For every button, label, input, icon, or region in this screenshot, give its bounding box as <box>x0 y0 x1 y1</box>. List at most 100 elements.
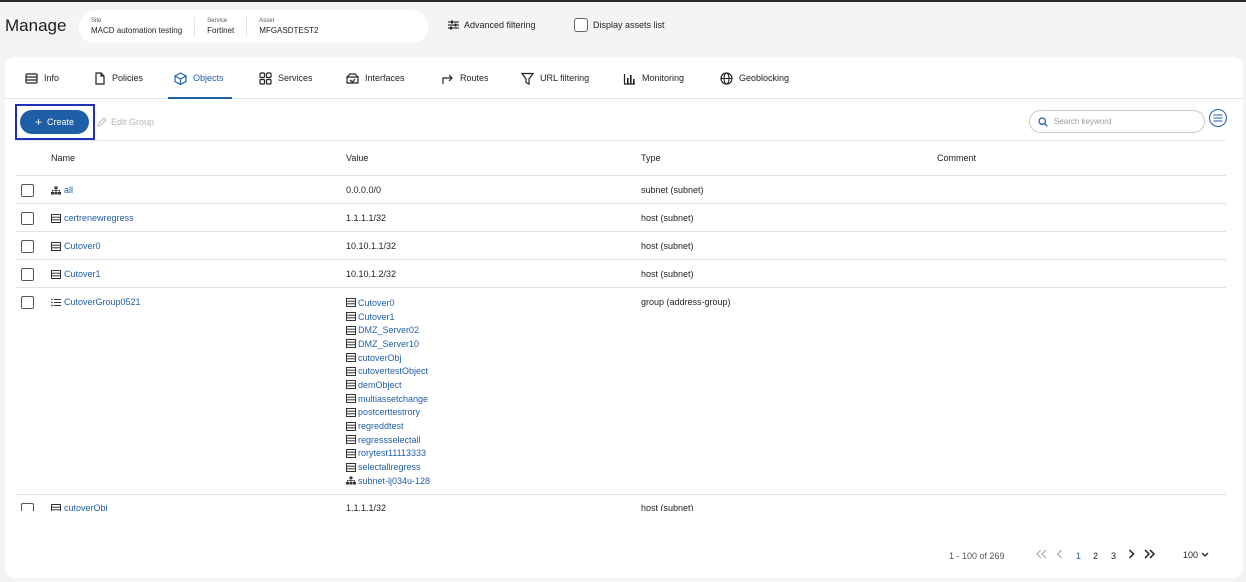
edit-group-button[interactable]: Edit Group <box>97 117 154 127</box>
display-assets-checkbox[interactable] <box>574 18 588 32</box>
server-icon <box>346 353 356 363</box>
page-1-button[interactable]: 1 <box>1076 551 1081 561</box>
row-checkbox[interactable] <box>21 268 34 281</box>
tab-info-label: Info <box>44 73 60 83</box>
column-header-name[interactable]: Name <box>51 153 75 163</box>
context-asset[interactable]: Asset MFGASDTEST2 <box>246 16 330 37</box>
table-row[interactable]: certrenewregress 1.1.1.1/32 host (subnet… <box>15 204 1226 232</box>
context-selector[interactable]: Site MACD automation testing Service For… <box>79 10 428 43</box>
tab-url-filtering[interactable]: URL filtering <box>521 57 589 99</box>
table-row[interactable]: Cutover1 10.10.1.2/32 host (subnet) <box>15 260 1226 288</box>
group-member-link[interactable]: subnet-lj034u-128 <box>346 474 430 488</box>
row-checkbox[interactable] <box>21 212 34 225</box>
pencil-icon <box>97 117 107 127</box>
server-icon <box>346 462 356 472</box>
context-site[interactable]: Site MACD automation testing <box>79 10 194 43</box>
per-page-select[interactable]: 100 <box>1183 550 1209 560</box>
object-name-link[interactable]: all <box>51 185 73 195</box>
last-page-button[interactable] <box>1144 549 1156 559</box>
context-site-label: Site <box>91 17 102 24</box>
table-row[interactable]: cutoverObj 1.1.1.1/32 host (subnet) <box>15 495 1226 511</box>
group-member-link[interactable]: Cutover0 <box>346 296 430 310</box>
page-3-button[interactable]: 3 <box>1111 551 1116 561</box>
group-member-link[interactable]: demObject <box>346 378 430 392</box>
bar-chart-icon <box>623 73 635 85</box>
display-assets-toggle[interactable]: Display assets list <box>574 18 665 32</box>
tab-info[interactable]: Info <box>25 57 59 99</box>
object-name-link[interactable]: cutoverObj <box>51 503 108 511</box>
server-icon <box>346 407 356 417</box>
chevron-right-icon <box>1128 549 1135 559</box>
group-member-link[interactable]: regressselectall <box>346 433 430 447</box>
next-page-button[interactable] <box>1128 549 1135 559</box>
row-checkbox[interactable] <box>21 240 34 253</box>
column-filter-button[interactable] <box>1209 109 1227 127</box>
row-checkbox[interactable] <box>21 503 34 511</box>
object-type: host (subnet) <box>641 241 694 251</box>
group-member-link[interactable]: Cutover1 <box>346 310 430 324</box>
tab-objects[interactable]: Objects <box>168 57 231 99</box>
group-member-link[interactable]: multiassetchange <box>346 392 430 406</box>
object-type: host (subnet) <box>641 213 694 223</box>
group-member-link[interactable]: cutovertestObject <box>346 364 430 378</box>
column-header-comment[interactable]: Comment <box>937 153 976 163</box>
object-name-link[interactable]: Cutover0 <box>51 241 101 251</box>
first-page-button[interactable] <box>1036 549 1047 559</box>
advanced-filtering-button[interactable]: Advanced filtering <box>448 20 536 30</box>
pagination-range: 1 - 100 of 269 <box>949 551 1005 561</box>
server-icon <box>346 421 356 431</box>
search-box[interactable] <box>1029 110 1205 133</box>
table-header: Name Value Type Comment <box>15 140 1226 176</box>
tab-geoblocking[interactable]: Geoblocking <box>720 57 789 99</box>
context-service[interactable]: Service Fortinet <box>194 16 246 37</box>
grid-icon <box>259 71 272 85</box>
tab-routes[interactable]: Routes <box>441 57 489 99</box>
tab-geoblocking-label: Geoblocking <box>739 73 790 83</box>
group-member-link[interactable]: DMZ_Server10 <box>346 337 430 351</box>
group-member-link[interactable]: rorytest11113333 <box>346 447 430 461</box>
tab-interfaces[interactable]: Interfaces <box>346 57 405 99</box>
previous-page-button[interactable] <box>1056 549 1063 559</box>
tab-monitoring[interactable]: Monitoring <box>623 57 684 99</box>
tab-url-filtering-label: URL filtering <box>540 73 590 83</box>
create-button-label: Create <box>47 117 75 127</box>
row-checkbox[interactable] <box>21 296 34 309</box>
object-value: 0.0.0.0/0 <box>346 185 382 195</box>
group-member-link[interactable]: selectallregress <box>346 460 430 474</box>
table-row[interactable]: all 0.0.0.0/0 subnet (subnet) <box>15 176 1226 204</box>
filter-lines-icon <box>1213 114 1223 122</box>
server-icon <box>51 269 61 279</box>
row-checkbox[interactable] <box>21 184 34 197</box>
tab-bar: Info Policies Objects Services Interface… <box>5 57 1243 99</box>
edit-group-label: Edit Group <box>111 117 155 127</box>
context-service-label: Service <box>207 17 228 24</box>
server-icon <box>346 435 356 445</box>
tab-services[interactable]: Services <box>259 57 313 99</box>
page-header: Manage Site MACD automation testing Serv… <box>0 2 1246 52</box>
create-button[interactable]: + Create <box>20 110 89 134</box>
column-header-value[interactable]: Value <box>346 153 368 163</box>
object-value: 10.10.1.2/32 <box>346 269 397 279</box>
server-icon <box>346 366 356 376</box>
object-name-link[interactable]: Cutover1 <box>51 269 101 279</box>
group-members-list: Cutover0 Cutover1 DMZ_Server02 DMZ_Serve… <box>346 296 430 488</box>
group-member-link[interactable]: postcerttestrory <box>346 406 430 420</box>
object-name-link[interactable]: certrenewregress <box>51 213 134 223</box>
sliders-icon <box>448 20 459 30</box>
per-page-value: 100 <box>1183 550 1199 560</box>
tab-policies[interactable]: Policies <box>93 57 143 99</box>
tab-interfaces-label: Interfaces <box>365 73 405 83</box>
object-name-link[interactable]: CutoverGroup0521 <box>51 297 141 307</box>
server-icon <box>51 503 61 511</box>
table-row[interactable]: CutoverGroup0521 Cutover0 Cutover1 DMZ_S… <box>15 288 1226 495</box>
search-icon <box>1038 116 1048 127</box>
page-2-button[interactable]: 2 <box>1093 551 1098 561</box>
group-member-link[interactable]: DMZ_Server02 <box>346 323 430 337</box>
server-icon <box>346 312 356 322</box>
search-input[interactable] <box>1054 117 1194 126</box>
server-icon <box>346 394 356 404</box>
group-member-link[interactable]: regreddtest <box>346 419 430 433</box>
table-row[interactable]: Cutover0 10.10.1.1/32 host (subnet) <box>15 232 1226 260</box>
group-member-link[interactable]: cutoverObj <box>346 351 430 365</box>
column-header-type[interactable]: Type <box>641 153 661 163</box>
